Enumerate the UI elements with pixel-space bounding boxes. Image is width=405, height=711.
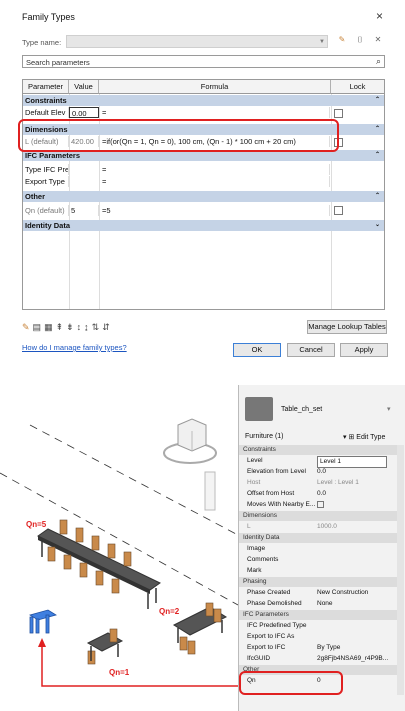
- properties-scrollbar[interactable]: [397, 445, 404, 695]
- navigation-bar: [204, 471, 216, 511]
- highlight-box: [18, 119, 339, 152]
- parameters-grid: Parameter Value Formula Lock Constraints…: [22, 79, 385, 310]
- blue-chair: [29, 609, 57, 634]
- moves-checkbox[interactable]: [317, 501, 324, 508]
- param-name: Export Type: [23, 176, 69, 187]
- search-icon: ⌕: [375, 56, 381, 66]
- column-formula[interactable]: Formula: [99, 80, 331, 94]
- type-name-dropdown[interactable]: [66, 35, 328, 48]
- sort-az-icon[interactable]: ⇅: [92, 322, 100, 332]
- param-name: Qn (default): [23, 205, 69, 216]
- chevron-down-icon: ▼: [319, 39, 325, 45]
- collapse-icon: ⌃: [374, 97, 380, 103]
- param-formula[interactable]: =5: [100, 205, 330, 216]
- view-canvas: [0, 418, 238, 687]
- section-other[interactable]: Other ⌃: [23, 191, 384, 202]
- param-formula[interactable]: =: [100, 107, 330, 118]
- delete-parameter-icon[interactable]: ▦: [44, 322, 53, 332]
- param-name: Type IFC Pre: [25, 164, 69, 175]
- rename-type-icon[interactable]: ⌷: [353, 35, 367, 48]
- move-down-icon[interactable]: ⇟: [66, 322, 74, 332]
- properties-panel: Table_ch_set ▾ Furniture (1) ▾ ⊞ Edit Ty…: [238, 385, 405, 711]
- sort-desc-icon[interactable]: ↨: [84, 322, 89, 332]
- dialog-title: Family Types: [22, 12, 75, 22]
- ok-button[interactable]: OK: [233, 343, 281, 357]
- type-name-label: Type name:: [22, 38, 62, 47]
- sort-za-icon[interactable]: ⇵: [102, 322, 110, 332]
- edit-type-button[interactable]: ▾ ⊞ Edit Type: [343, 433, 385, 441]
- section-constraints[interactable]: Constraints ⌃: [23, 95, 384, 106]
- group-constraints[interactable]: Constraints: [239, 445, 398, 455]
- filter-icon: ▾ ⊞: [343, 434, 357, 441]
- sort-asc-icon[interactable]: ↕: [77, 322, 82, 332]
- family-thumbnail: [245, 397, 273, 421]
- help-link[interactable]: How do I manage family types?: [22, 343, 127, 352]
- param-name: Default Elev: [23, 107, 69, 118]
- group-ifc-parameters[interactable]: IFC Parameters: [239, 610, 398, 620]
- family-types-dialog: Family Types × Type name: ▼ ✎ ⌷ ✕ Search…: [0, 0, 405, 362]
- move-up-icon[interactable]: ⇞: [56, 322, 64, 332]
- column-parameter[interactable]: Parameter: [23, 80, 69, 94]
- family-name: Table_ch_set: [281, 406, 323, 413]
- cancel-button[interactable]: Cancel: [287, 343, 335, 357]
- delete-type-icon[interactable]: ✕: [371, 35, 385, 48]
- column-lock[interactable]: Lock: [331, 80, 384, 94]
- column-value[interactable]: Value: [69, 80, 99, 94]
- group-dimensions[interactable]: Dimensions: [239, 511, 398, 521]
- param-value-input[interactable]: 0.00: [69, 107, 99, 118]
- param-formula[interactable]: =: [100, 176, 330, 187]
- table-qn1: [86, 628, 124, 665]
- view-cube-icon: [163, 418, 217, 464]
- qn-highlight-box: [239, 671, 343, 695]
- apply-button[interactable]: Apply: [340, 343, 388, 357]
- label-qn1: Qn=1: [109, 668, 130, 677]
- label-qn2: Qn=2: [159, 607, 180, 616]
- param-formula[interactable]: =: [100, 164, 330, 175]
- grid-toolbar: ✎ ▤ ▦ ⇞ ⇟ ↕ ↨ ⇅ ⇵: [22, 322, 113, 333]
- category-selector[interactable]: Furniture (1): [245, 433, 284, 440]
- type-selector-chevron-icon[interactable]: ▾: [387, 405, 391, 413]
- param-value: 5: [69, 205, 99, 216]
- edit-parameter-icon[interactable]: ✎: [22, 322, 30, 332]
- section-identity-data[interactable]: Identity Data ⌄: [23, 220, 384, 231]
- close-icon[interactable]: ×: [376, 9, 383, 23]
- table-qn5: [37, 519, 161, 609]
- lock-checkbox[interactable]: [334, 109, 343, 118]
- table-qn2: [172, 602, 228, 655]
- search-input[interactable]: Search parameters ⌕: [22, 55, 385, 68]
- group-phasing[interactable]: Phasing: [239, 577, 398, 587]
- search-placeholder: Search parameters: [26, 58, 90, 67]
- new-parameter-icon[interactable]: ▤: [33, 322, 42, 332]
- manage-lookup-tables-button[interactable]: Manage Lookup Tables: [307, 320, 387, 334]
- new-type-icon[interactable]: ✎: [335, 35, 349, 48]
- lock-checkbox[interactable]: [334, 206, 343, 215]
- group-identity-data[interactable]: Identity Data: [239, 533, 398, 543]
- label-qn5: Qn=5: [26, 520, 47, 529]
